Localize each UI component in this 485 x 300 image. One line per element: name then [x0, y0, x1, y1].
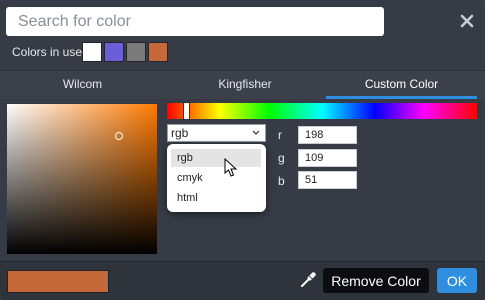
close-icon[interactable] — [458, 12, 476, 30]
swatch-orange[interactable] — [148, 42, 168, 62]
tab-kingfisher[interactable]: Kingfisher — [165, 71, 325, 98]
current-color-preview — [7, 270, 109, 293]
channel-input-g[interactable] — [298, 149, 357, 167]
tab-custom-color[interactable]: Custom Color — [326, 71, 477, 99]
saturation-value-picker[interactable] — [7, 104, 157, 254]
swatch-gray[interactable] — [126, 42, 146, 62]
channel-input-r[interactable] — [298, 126, 357, 144]
swatch-purple[interactable] — [104, 42, 124, 62]
mouse-cursor-icon — [224, 158, 238, 177]
colors-in-use-swatches — [82, 42, 168, 62]
dropdown-option-cmyk[interactable]: cmyk — [171, 169, 261, 187]
remove-color-button[interactable]: Remove Color — [323, 268, 429, 293]
color-picker-dialog: Colors in use Wilcom Kingfisher Custom C… — [0, 0, 485, 300]
hue-slider[interactable] — [167, 102, 477, 120]
dialog-footer: Remove Color OK — [0, 261, 485, 300]
color-mode-dropdown: rgb cmyk html — [167, 144, 266, 212]
eyedropper-icon[interactable] — [299, 271, 317, 289]
tab-bar: Wilcom Kingfisher Custom Color — [0, 70, 485, 99]
dropdown-option-html[interactable]: html — [171, 189, 261, 207]
channel-label-r: r — [278, 128, 282, 142]
search-input[interactable] — [6, 7, 384, 36]
channel-input-b[interactable] — [298, 171, 357, 189]
chevron-down-icon — [252, 130, 260, 135]
hue-slider-handle[interactable] — [183, 102, 190, 120]
swatch-white[interactable] — [82, 42, 102, 62]
saturation-value-handle[interactable] — [115, 132, 123, 140]
channel-label-b: b — [278, 174, 285, 188]
channel-label-g: g — [278, 151, 285, 165]
ok-button[interactable]: OK — [437, 268, 477, 293]
dropdown-option-rgb[interactable]: rgb — [171, 149, 261, 167]
color-mode-select[interactable]: rgb — [167, 124, 266, 142]
tab-wilcom[interactable]: Wilcom — [0, 71, 165, 98]
colors-in-use-label: Colors in use — [12, 45, 83, 59]
color-mode-selected-value: rgb — [171, 126, 189, 140]
